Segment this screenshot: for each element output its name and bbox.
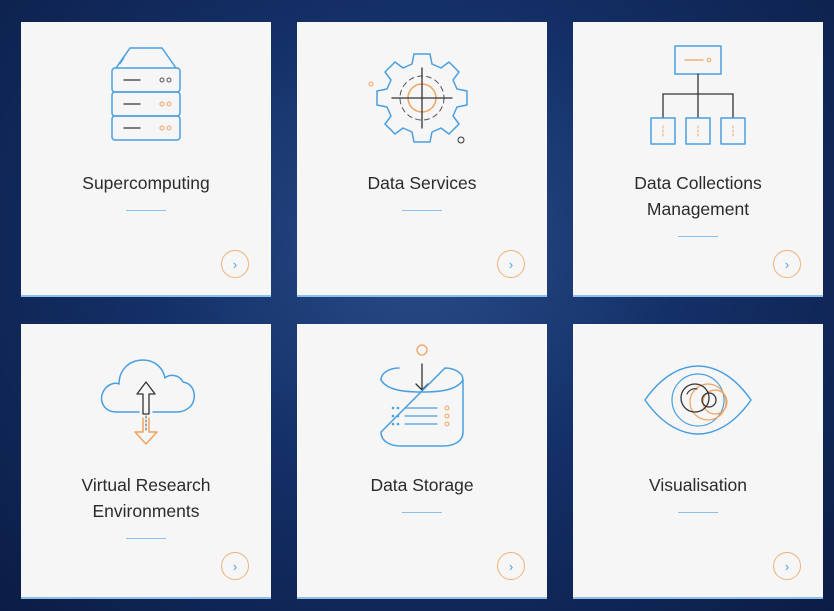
server-rack-icon [86,40,206,150]
chevron-right-icon: › [784,558,790,574]
arrow-button[interactable]: › [221,552,249,580]
card-supercomputing[interactable]: Supercomputing › [21,22,271,297]
hierarchy-chart-icon [638,40,758,150]
card-title-text: Visualisation [649,475,747,495]
card-title-text: Data Services [367,173,477,193]
title-underline [126,210,166,211]
title-underline [402,210,442,211]
arrow-button[interactable]: › [773,552,801,580]
card-title-text: Virtual Research Environments [81,475,211,521]
title-underline [678,236,718,237]
card-title: Virtual Research Environments [56,472,236,539]
cloud-transfer-icon [86,342,206,452]
card-virtual-research-environments[interactable]: Virtual Research Environments › [21,324,271,599]
arrow-button[interactable]: › [773,250,801,278]
card-title-text: Data Storage [370,475,474,495]
title-underline [126,538,166,539]
card-data-storage[interactable]: Data Storage › [297,324,547,599]
title-underline [678,512,718,513]
chevron-right-icon: › [232,558,238,574]
arrow-button[interactable]: › [221,250,249,278]
card-title: Data Services [307,170,537,211]
card-title: Data Storage [307,472,537,513]
chevron-right-icon: › [784,256,790,272]
card-data-collections-management[interactable]: Data Collections Management › [573,22,823,297]
storage-drive-icon [362,342,482,452]
chevron-right-icon: › [508,558,514,574]
eye-icon [638,342,758,452]
card-title-text: Supercomputing [82,173,210,193]
card-title: Visualisation [583,472,813,513]
card-data-services[interactable]: Data Services › [297,22,547,297]
gear-target-icon [362,40,482,150]
card-title: Supercomputing [31,170,261,211]
arrow-button[interactable]: › [497,552,525,580]
chevron-right-icon: › [508,256,514,272]
card-title: Data Collections Management [608,170,788,237]
arrow-button[interactable]: › [497,250,525,278]
card-visualisation[interactable]: Visualisation › [573,324,823,599]
card-title-text: Data Collections Management [634,173,762,219]
chevron-right-icon: › [232,256,238,272]
services-grid: Supercomputing › Data Services › Data Co… [0,0,834,611]
title-underline [402,512,442,513]
